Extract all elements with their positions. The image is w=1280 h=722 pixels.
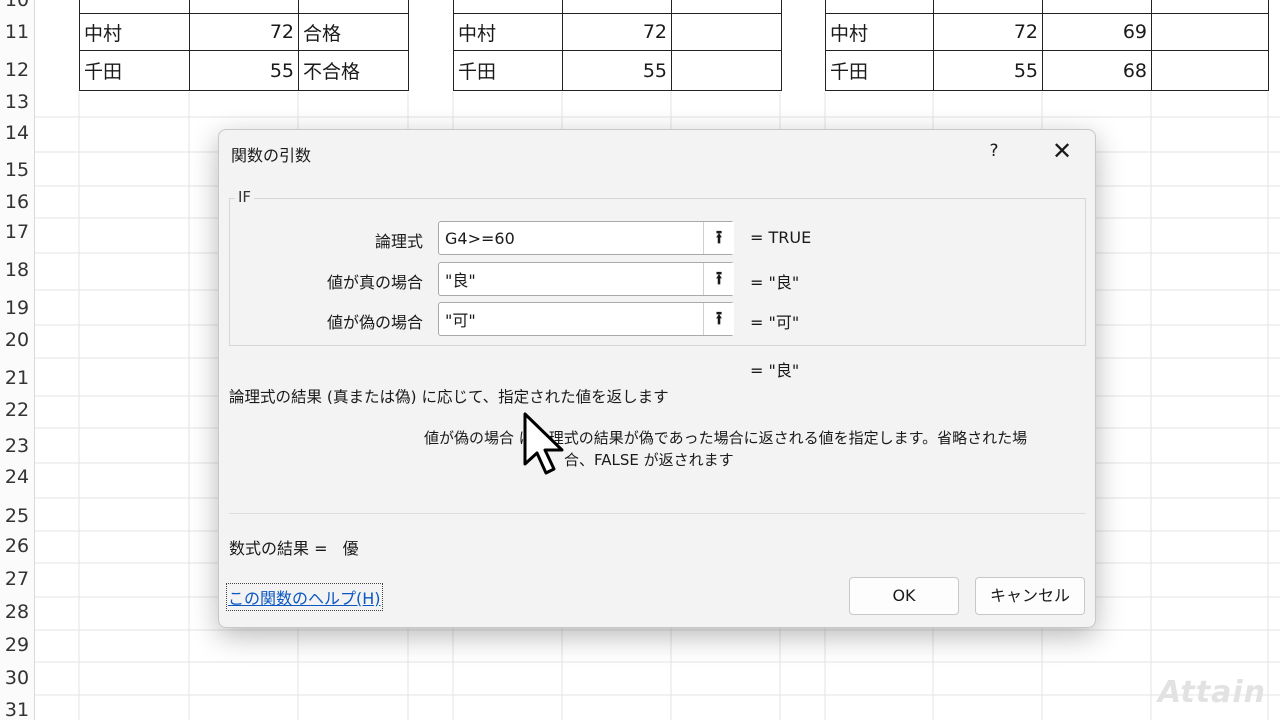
row-number[interactable]: 22 — [0, 398, 34, 422]
row-headers: 10 11 12 13 14 15 16 17 18 19 20 21 22 2… — [0, 0, 35, 722]
row-number[interactable]: 13 — [0, 90, 34, 114]
row-number[interactable]: 19 — [0, 296, 34, 320]
row-number[interactable]: 26 — [0, 534, 34, 558]
table-cell[interactable] — [671, 50, 782, 91]
table-cell[interactable]: 55 — [562, 50, 672, 91]
table-cell[interactable] — [453, 0, 563, 14]
collapse-dialog-icon[interactable]: ⭱ — [703, 303, 734, 335]
row-number[interactable]: 31 — [0, 698, 34, 722]
row-number[interactable]: 20 — [0, 328, 34, 352]
table-cell[interactable] — [1042, 0, 1152, 14]
dialog-title: 関数の引数 — [231, 146, 312, 165]
table-cell[interactable] — [671, 13, 782, 51]
formula-result-label: 数式の結果 = — [229, 539, 328, 558]
divider — [229, 513, 1086, 514]
table-cell[interactable]: 千田 — [825, 50, 934, 91]
row-number[interactable]: 25 — [0, 504, 34, 528]
function-arguments-dialog: 関数の引数 ? ✕ IF 論理式 ⭱ = TRUE 値が真の場合 ⭱ = "良"… — [218, 129, 1096, 628]
table-cell[interactable] — [79, 0, 190, 14]
mouse-pointer-icon — [523, 412, 564, 475]
row-number[interactable]: 23 — [0, 434, 34, 458]
row-number[interactable]: 28 — [0, 600, 34, 624]
table-cell[interactable] — [298, 0, 409, 14]
table-cell[interactable]: 69 — [1042, 13, 1152, 51]
table-cell[interactable] — [933, 0, 1043, 14]
cancel-button[interactable]: キャンセル — [975, 577, 1085, 615]
row-number[interactable]: 10 — [0, 0, 34, 12]
score-table-2: 中村 72 千田 55 — [453, 0, 782, 91]
row-number[interactable]: 12 — [0, 58, 34, 82]
ok-button[interactable]: OK — [849, 577, 959, 615]
table-cell[interactable]: 中村 — [825, 13, 934, 51]
table-row: 千田 55 68 — [825, 50, 1269, 91]
value-if-false-result: = "可" — [750, 313, 800, 332]
table-row: 中村 72 69 — [825, 13, 1269, 51]
table-cell[interactable]: 千田 — [453, 50, 563, 91]
help-icon[interactable]: ? — [979, 136, 1009, 166]
function-name: IF — [235, 188, 255, 206]
row-number[interactable]: 30 — [0, 666, 34, 690]
value-if-true-label: 値が真の場合 — [326, 273, 423, 292]
table-cell[interactable]: 千田 — [79, 50, 190, 91]
score-table-1: 中村 72 合格 千田 55 不合格 — [79, 0, 409, 91]
row-number[interactable]: 16 — [0, 190, 34, 214]
row-number[interactable]: 17 — [0, 220, 34, 244]
table-cell[interactable] — [562, 0, 672, 14]
row-number[interactable]: 18 — [0, 258, 34, 282]
table-cell[interactable]: 中村 — [453, 13, 563, 51]
table-row: 千田 55 — [453, 50, 782, 91]
logical-test-label: 論理式 — [374, 232, 423, 251]
value-if-false-input[interactable] — [438, 302, 734, 336]
score-table-3: 中村 72 69 千田 55 68 — [825, 0, 1269, 91]
logical-test-input[interactable] — [438, 221, 734, 255]
collapse-dialog-icon[interactable]: ⭱ — [703, 222, 734, 254]
table-cell[interactable] — [189, 0, 299, 14]
table-cell[interactable]: 72 — [933, 13, 1043, 51]
table-cell[interactable]: 68 — [1042, 50, 1152, 91]
table-cell[interactable] — [825, 0, 934, 14]
table-cell[interactable]: 72 — [189, 13, 299, 51]
logical-test-result: = TRUE — [750, 228, 812, 247]
table-cell[interactable] — [671, 0, 782, 14]
row-number[interactable]: 27 — [0, 567, 34, 591]
table-cell[interactable]: 55 — [933, 50, 1043, 91]
table-cell[interactable]: 合格 — [298, 13, 409, 51]
row-number[interactable]: 24 — [0, 465, 34, 489]
table-cell[interactable] — [1151, 0, 1269, 14]
table-cell[interactable]: 不合格 — [298, 50, 409, 91]
formula-result-value: 優 — [342, 539, 359, 558]
value-if-true-input[interactable] — [438, 262, 734, 296]
value-if-true-result: = "良" — [750, 273, 800, 292]
row-number[interactable]: 14 — [0, 121, 34, 145]
collapse-dialog-icon[interactable]: ⭱ — [703, 263, 734, 295]
table-cell[interactable] — [1151, 50, 1269, 91]
function-result: = "良" — [750, 361, 800, 380]
row-number[interactable]: 15 — [0, 158, 34, 182]
table-row: 中村 72 合格 — [79, 13, 409, 51]
function-description: 論理式の結果 (真または偽) に応じて、指定された値を返します — [229, 388, 669, 406]
row-number[interactable]: 21 — [0, 366, 34, 390]
function-help-link[interactable]: この関数のヘルプ(H) — [226, 583, 383, 611]
row-number[interactable]: 11 — [0, 20, 34, 44]
table-cell[interactable]: 中村 — [79, 13, 190, 51]
table-cell[interactable] — [1151, 13, 1269, 51]
table-row: 千田 55 不合格 — [79, 50, 409, 91]
close-icon[interactable]: ✕ — [1045, 136, 1079, 166]
watermark-logo: Attain — [1157, 675, 1266, 710]
table-row: 中村 72 — [453, 13, 782, 51]
table-cell[interactable]: 55 — [189, 50, 299, 91]
formula-result: 数式の結果 = 優 — [229, 535, 359, 559]
row-number[interactable]: 29 — [0, 633, 34, 657]
value-if-false-label: 値が偽の場合 — [326, 313, 423, 332]
table-cell[interactable]: 72 — [562, 13, 672, 51]
